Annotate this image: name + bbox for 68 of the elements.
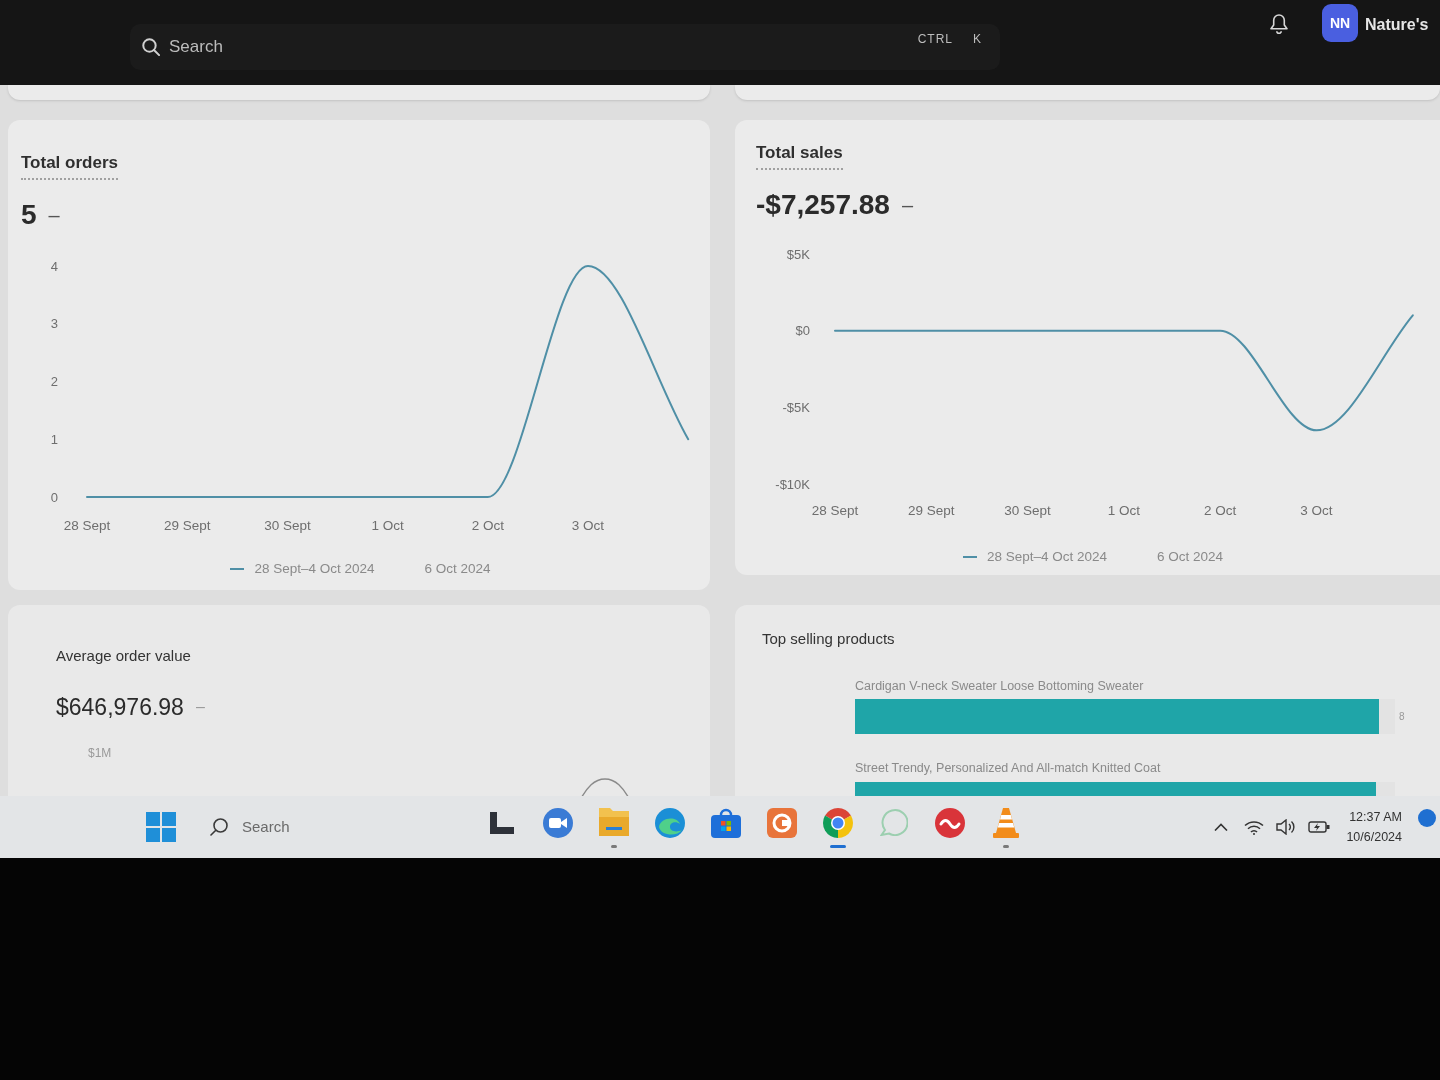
search-icon — [142, 38, 160, 56]
metric-value: $646,976.98 — [56, 692, 184, 722]
metric-value: -$7,257.88 — [756, 187, 890, 222]
axis-label: -$10K — [775, 476, 810, 491]
clock-date: 10/6/2024 — [1346, 829, 1402, 846]
axis-label: $0 — [795, 322, 810, 338]
legend-label: 6 Oct 2024 — [1157, 547, 1224, 566]
axis-label: 1 Oct — [371, 517, 404, 533]
video-camera-icon[interactable] — [543, 808, 573, 838]
product-name: Cardigan V-neck Sweater Loose Bottoming Sweater — [855, 677, 1144, 695]
axis-label: -$5K — [782, 399, 810, 415]
legend-label: 6 Oct 2024 — [424, 559, 491, 578]
axis-label: 3 — [50, 315, 58, 331]
axis-label: 3 Oct — [571, 517, 605, 533]
store-name[interactable]: Nature's — [1365, 13, 1429, 37]
folder-icon[interactable] — [599, 808, 629, 836]
axis-label: 1 — [50, 431, 58, 447]
legend-label: 28 Sept–4 Oct 2024 — [986, 547, 1107, 566]
four-squares-icon[interactable] — [146, 812, 176, 842]
bell-icon[interactable] — [1270, 14, 1288, 34]
traffic-cone-icon[interactable] — [993, 808, 1019, 838]
l-shape-icon[interactable] — [490, 812, 514, 834]
axis-label: 1 Oct — [1107, 502, 1141, 518]
card-title: Average order value — [56, 646, 191, 666]
legend-label: 28 Sept–4 Oct 2024 — [254, 559, 375, 578]
chevron-up-icon[interactable] — [1214, 823, 1229, 831]
axis-label: 30 Sept — [264, 517, 311, 533]
color-wheel-icon[interactable] — [823, 808, 853, 838]
axis-label: 29 Sept — [163, 517, 211, 533]
axis-label: 29 Sept — [908, 502, 955, 518]
swirl-icon[interactable] — [655, 808, 685, 838]
notification-badge-icon[interactable] — [1418, 809, 1436, 827]
bar-value: 8 — [1399, 710, 1405, 725]
card-title: Total orders — [21, 150, 118, 180]
axis-label: 3 Oct — [1300, 502, 1333, 518]
taskbar-search[interactable]: Search — [210, 815, 290, 839]
axis-label: 28 Sept — [63, 517, 111, 533]
search-field[interactable]: Search CTRL K — [130, 24, 1000, 70]
speaker-icon[interactable] — [1276, 819, 1297, 835]
wave-badge-icon[interactable] — [935, 808, 965, 838]
clock-time: 12:37 AM — [1349, 809, 1402, 826]
change-indicator: – — [48, 202, 60, 228]
shopping-bag-icon[interactable] — [711, 808, 741, 838]
axis-label: $1M — [88, 745, 112, 762]
battery-icon[interactable] — [1308, 821, 1331, 833]
card-title: Total sales — [756, 140, 843, 170]
axis-label: 30 Sept — [1004, 502, 1051, 518]
axis-label: 2 Oct — [1204, 502, 1237, 518]
wifi-icon[interactable] — [1244, 819, 1265, 835]
change-indicator: – — [195, 696, 205, 717]
axis-label: 4 — [50, 258, 58, 273]
axis-label: $5K — [786, 246, 810, 261]
legend-line-icon — [230, 567, 245, 570]
shortcut-key: K — [973, 30, 982, 48]
card-title: Top selling products — [762, 629, 895, 649]
shortcut-key: CTRL — [917, 30, 953, 48]
product-name: Street Trendy, Personalized And All-match Knitted Coat — [855, 760, 1161, 778]
search-input[interactable]: Search — [169, 34, 909, 60]
axis-label: 2 Oct — [471, 517, 504, 533]
metric-value: 5 — [21, 197, 37, 232]
account-avatar[interactable]: NN — [1322, 4, 1358, 42]
axis-label: 0 — [50, 489, 58, 504]
app-tile-icon[interactable] — [767, 808, 797, 838]
legend-line-icon — [962, 555, 977, 558]
change-indicator: – — [901, 192, 913, 218]
search-icon — [210, 818, 228, 836]
axis-label: 2 — [50, 373, 58, 389]
axis-label: 28 Sept — [811, 502, 859, 518]
